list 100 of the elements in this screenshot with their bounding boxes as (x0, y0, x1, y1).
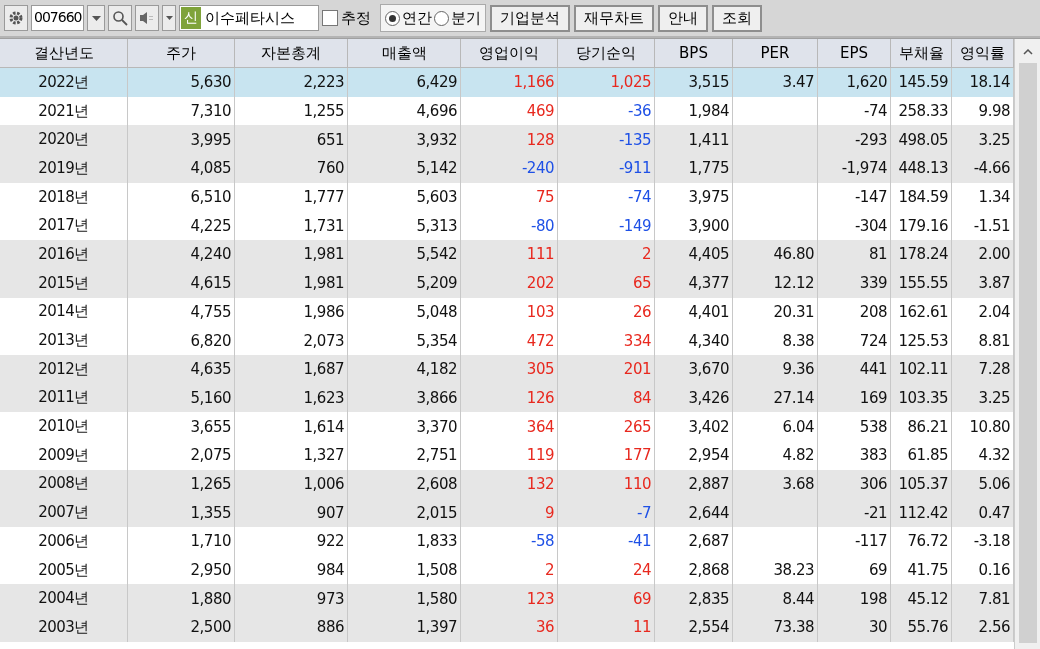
table-cell: 3,655 (128, 412, 235, 441)
table-cell: 55.76 (891, 613, 952, 642)
dropdown-button[interactable] (87, 5, 106, 31)
table-cell: 2,554 (655, 613, 733, 642)
column-header[interactable]: 영익률 (952, 39, 1014, 68)
table-cell: -240 (461, 154, 558, 183)
table-cell: 2,687 (655, 527, 733, 556)
table-cell: 5,142 (348, 154, 461, 183)
table-cell: 305 (461, 354, 558, 384)
table-cell: 2019년 (0, 154, 128, 183)
table-cell: 339 (818, 268, 891, 298)
table-cell: 8.38 (733, 326, 818, 355)
table-cell: 65 (558, 268, 655, 298)
settings-button[interactable] (4, 5, 28, 31)
table-row[interactable]: 2012년 4,635 1,687 4,182 305 201 3,670 9.36 441 102.11 7.28 (0, 354, 1014, 384)
column-header[interactable]: 영업이익 (461, 39, 558, 68)
table-cell: 1,166 (461, 68, 558, 97)
toolbar-button[interactable]: 안내 (658, 4, 709, 32)
table-cell: 4,085 (128, 154, 235, 183)
column-header[interactable]: 주가 (128, 39, 235, 68)
table-row[interactable]: 2020년 3,995 651 3,932 128 -135 1,411 -293 498.05 3.25 (0, 125, 1014, 155)
toolbar-button[interactable]: 재무차트 (574, 4, 655, 32)
table-cell: 9.36 (733, 354, 818, 384)
table-cell: 2015년 (0, 268, 128, 298)
table-row[interactable]: 2019년 4,085 760 5,142 -240 -911 1,775 -1,974 448.13 -4.66 (0, 154, 1014, 183)
table-cell: 441 (818, 354, 891, 384)
table-cell: 81 (818, 240, 891, 269)
table-cell: 36 (461, 613, 558, 642)
new-badge: 신 (181, 7, 202, 29)
period-radio[interactable] (434, 10, 450, 26)
table-cell: 4,405 (655, 240, 733, 269)
toolbar-button[interactable]: 조회 (712, 4, 763, 32)
scrollbar[interactable] (1014, 39, 1040, 649)
table-row[interactable]: 2011년 5,160 1,623 3,866 126 84 3,426 27.14 169 103.35 3.25 (0, 383, 1014, 413)
table-row[interactable]: 2022년 5,630 2,223 6,429 1,166 1,025 3,515 3.47 1,620 145.59 18.14 (0, 68, 1014, 97)
table-cell: 265 (558, 412, 655, 441)
gear-icon (8, 10, 24, 26)
table-row[interactable]: 2004년 1,880 973 1,580 123 69 2,835 8.44 198 45.12 7.81 (0, 584, 1014, 614)
table-cell: 2,751 (348, 440, 461, 470)
caret-icon (165, 16, 173, 20)
table-cell: 6,429 (348, 68, 461, 97)
table-cell: 6.04 (733, 412, 818, 441)
company-field[interactable]: 신 이수페타시스 (179, 5, 320, 31)
search-icon (112, 10, 129, 26)
table-row[interactable]: 2008년 1,265 1,006 2,608 132 110 2,887 3.68 306 105.37 5.06 (0, 469, 1014, 499)
table-cell: -58 (461, 527, 558, 556)
table-cell: 1,327 (235, 440, 348, 470)
table-cell: 1,775 (655, 154, 733, 183)
stock-code-field[interactable]: 007660 (31, 5, 85, 31)
table-cell: 2003년 (0, 613, 128, 642)
dropdown-button[interactable] (162, 5, 177, 31)
table-cell: 383 (818, 440, 891, 470)
table-cell: 2010년 (0, 412, 128, 441)
scrollbar-thumb[interactable] (1018, 63, 1037, 643)
column-header[interactable]: 당기순익 (558, 39, 655, 68)
table-cell: 4,615 (128, 268, 235, 298)
column-header[interactable]: BPS (655, 39, 733, 68)
table-cell: 102.11 (891, 354, 952, 384)
table-cell: 2,073 (235, 326, 348, 355)
table-cell: 6,820 (128, 326, 235, 355)
table-cell: 2,223 (235, 68, 348, 97)
table-cell: 111 (461, 240, 558, 269)
speaker-icon (139, 11, 156, 25)
table-row[interactable]: 2007년 1,355 907 2,015 9 -7 2,644 -21 112.42 0.47 (0, 498, 1014, 527)
table-row[interactable]: 2003년 2,500 886 1,397 36 11 2,554 73.38 30 55.76 2.56 (0, 613, 1014, 642)
column-header[interactable]: 매출액 (348, 39, 461, 68)
table-cell: 538 (818, 412, 891, 441)
table-cell: 2,954 (655, 440, 733, 470)
column-header[interactable]: 결산년도 (0, 39, 128, 68)
search-button[interactable] (108, 5, 133, 31)
column-header[interactable]: 자본총계 (235, 39, 348, 68)
table-cell: 3.47 (733, 68, 818, 97)
table-cell: 1,620 (818, 68, 891, 97)
table-cell: 125.53 (891, 326, 952, 355)
table-cell: 760 (235, 154, 348, 183)
table-row[interactable]: 2016년 4,240 1,981 5,542 111 2 4,405 46.80 81 178.24 2.00 (0, 240, 1014, 269)
column-header[interactable]: 부채율 (891, 39, 952, 68)
table-cell: 2022년 (0, 68, 128, 97)
table-cell: 11 (558, 613, 655, 642)
column-header[interactable]: PER (733, 39, 818, 68)
table-cell: 202 (461, 268, 558, 298)
toolbar-button[interactable]: 기업분석 (490, 4, 571, 32)
table-cell: -41 (558, 527, 655, 556)
table-cell: 145.59 (891, 68, 952, 97)
table-cell: 4,635 (128, 354, 235, 384)
column-header[interactable]: EPS (818, 39, 891, 68)
table-cell: 1,833 (348, 527, 461, 556)
table-cell: 1,981 (235, 240, 348, 269)
table-cell: 86.21 (891, 412, 952, 441)
speaker-button[interactable] (135, 5, 160, 31)
table-cell: 2013년 (0, 326, 128, 355)
table-cell: 5,354 (348, 326, 461, 355)
table-cell: 3,402 (655, 412, 733, 441)
table-cell: 61.85 (891, 440, 952, 470)
table-cell: 1,025 (558, 68, 655, 97)
table-cell: 2006년 (0, 527, 128, 556)
table-row[interactable]: 2015년 4,615 1,981 5,209 202 65 4,377 12.12 339 155.55 3.87 (0, 268, 1014, 298)
period-radio[interactable] (385, 10, 401, 26)
table-cell: 2012년 (0, 354, 128, 384)
estimate-checkbox[interactable] (322, 10, 339, 26)
